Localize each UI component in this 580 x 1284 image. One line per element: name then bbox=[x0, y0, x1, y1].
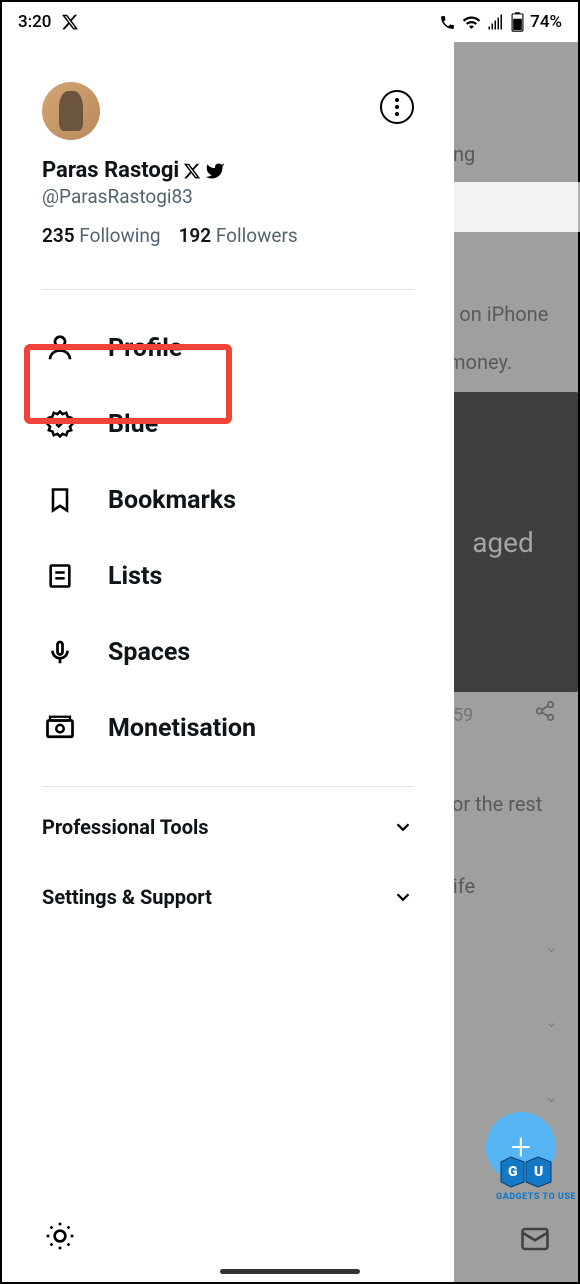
backdrop-text3: for the rest bbox=[445, 792, 542, 816]
x-app-icon bbox=[61, 13, 79, 31]
navigation-drawer: Paras Rastogi @ParasRastogi83 235 Follow… bbox=[2, 42, 454, 1282]
battery-text: 74% bbox=[530, 12, 562, 32]
spaces-icon bbox=[44, 636, 76, 668]
backdrop-count: 59 bbox=[453, 705, 473, 726]
lists-icon bbox=[44, 560, 76, 592]
profile-icon bbox=[44, 332, 76, 364]
menu-profile-label: Profile bbox=[108, 334, 182, 363]
svg-text:U: U bbox=[534, 1164, 544, 1180]
feed-backdrop: ng o on iPhone money. aged 59 for the re… bbox=[453, 42, 578, 1282]
backdrop-media-label: aged bbox=[472, 526, 534, 559]
battery-icon bbox=[511, 12, 524, 32]
watermark: G U GADGETS TO USE bbox=[496, 1152, 576, 1202]
display-name: Paras Rastogi bbox=[42, 158, 179, 183]
section-professional-tools[interactable]: Professional Tools bbox=[2, 797, 454, 857]
messages-icon[interactable] bbox=[520, 1224, 550, 1254]
backdrop-tab: ng bbox=[453, 142, 475, 166]
blue-icon bbox=[44, 408, 76, 440]
handle: @ParasRastogi83 bbox=[42, 185, 414, 208]
followers-stat[interactable]: 192 Followers bbox=[179, 224, 298, 247]
monetisation-icon bbox=[44, 712, 76, 744]
phone-icon bbox=[439, 14, 456, 31]
backdrop-text2: money. bbox=[448, 350, 512, 374]
section-settings-support-label: Settings & Support bbox=[42, 885, 212, 909]
signal-icon bbox=[487, 13, 505, 31]
x-badge-icon bbox=[183, 162, 201, 180]
menu-lists-label: Lists bbox=[108, 562, 162, 591]
status-bar: 3:20 74% bbox=[2, 2, 578, 42]
backdrop-text1: o on iPhone bbox=[443, 302, 548, 326]
menu-spaces-label: Spaces bbox=[108, 638, 190, 667]
twitter-bird-icon bbox=[205, 161, 225, 181]
display-name-row[interactable]: Paras Rastogi bbox=[42, 158, 414, 183]
wifi-icon bbox=[462, 13, 481, 32]
chevron-down-icon bbox=[392, 816, 414, 838]
status-time: 3:20 bbox=[18, 12, 51, 32]
menu-lists[interactable]: Lists bbox=[2, 538, 454, 614]
home-indicator[interactable] bbox=[220, 1269, 360, 1274]
avatar[interactable] bbox=[42, 82, 100, 140]
menu-bookmarks-label: Bookmarks bbox=[108, 486, 236, 515]
menu-monetisation-label: Monetisation bbox=[108, 714, 256, 743]
bookmark-icon bbox=[44, 484, 76, 516]
menu-monetisation[interactable]: Monetisation bbox=[2, 690, 454, 766]
more-accounts-icon[interactable] bbox=[380, 90, 414, 124]
chevron-down-icon bbox=[392, 886, 414, 908]
menu-spaces[interactable]: Spaces bbox=[2, 614, 454, 690]
section-professional-tools-label: Professional Tools bbox=[42, 815, 209, 839]
svg-text:G: G bbox=[508, 1164, 518, 1180]
menu-bookmarks[interactable]: Bookmarks bbox=[2, 462, 454, 538]
menu-blue[interactable]: Blue bbox=[2, 386, 454, 462]
menu-profile[interactable]: Profile bbox=[2, 310, 454, 386]
following-stat[interactable]: 235 Following bbox=[42, 224, 161, 247]
section-settings-support[interactable]: Settings & Support bbox=[2, 867, 454, 927]
theme-toggle-icon[interactable] bbox=[44, 1220, 76, 1252]
share-icon bbox=[534, 700, 556, 722]
menu-blue-label: Blue bbox=[108, 410, 158, 439]
